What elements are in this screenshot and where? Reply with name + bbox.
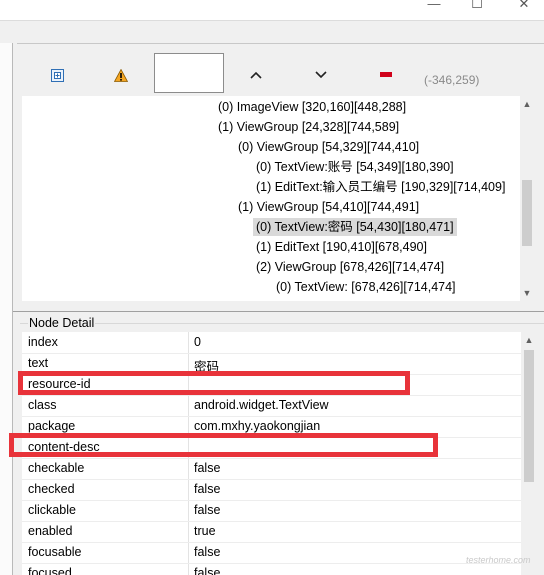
minimize-button[interactable]: — [422,0,446,14]
table-row[interactable]: focused false [22,563,521,575]
property-name: focusable [28,545,82,559]
table-row[interactable]: index 0 [22,332,521,354]
table-row[interactable]: enabled true [22,521,521,543]
highlight-box-content-desc [9,433,438,457]
property-name: checked [28,482,75,496]
tree-bottom-edge [22,301,534,309]
detail-scroll-thumb[interactable] [524,350,534,482]
tree-scroll-thumb[interactable] [522,180,532,246]
hierarchy-tree[interactable]: (0) ImageView [320,160][448,288] (1) Vie… [22,96,520,301]
toolbar: (-346,259) [18,44,544,96]
tree-node-selected[interactable]: (0) TextView:密码 [54,430][180,471] [253,218,457,236]
property-name: class [28,398,57,412]
property-name: index [28,335,58,349]
close-button[interactable]: ✕ [512,0,536,14]
table-row[interactable]: class android.widget.TextView [22,395,521,417]
panel-splitter[interactable] [13,311,544,312]
expand-all-button[interactable] [49,67,65,83]
tree-node[interactable]: (1) ViewGroup [54,410][744,491] [238,198,419,216]
chevron-down-icon [315,71,327,79]
table-row[interactable]: clickable false [22,500,521,522]
table-row[interactable]: checked false [22,479,521,501]
tree-node[interactable]: (0) ImageView [320,160][448,288] [218,98,406,116]
warning-icon [114,68,128,82]
property-value: false [194,461,221,475]
group-border [20,323,544,324]
scroll-up-icon[interactable]: ▲ [520,96,534,112]
property-value: false [194,503,221,517]
remove-node-button[interactable] [378,67,394,83]
chevron-up-icon [250,71,262,79]
property-value: true [194,524,216,538]
scroll-up-icon[interactable]: ▲ [521,332,537,348]
expand-all-icon [50,68,64,82]
tree-node[interactable]: (0) TextView:账号 [54,349][180,390] [256,158,454,176]
screenshot-thumbnail[interactable] [154,53,224,93]
cursor-coordinates: (-346,259) [424,73,480,87]
property-value: false [194,566,221,575]
property-name: focused [28,566,72,575]
property-value: com.mxhy.yaokongjian [194,419,321,433]
watermark: testerhome.com [466,555,531,565]
tree-node[interactable]: (1) EditText [190,410][678,490] [256,238,427,256]
property-name: clickable [28,503,76,517]
window-titlebar: — ☐ ✕ [0,0,544,20]
table-row[interactable]: checkable false [22,458,521,480]
property-value: 0 [194,335,201,349]
titlebar-divider [0,20,544,21]
tree-node[interactable]: (1) ViewGroup [24,328][744,589] [218,118,399,136]
toggle-naf-button[interactable] [113,67,129,83]
property-value: false [194,545,221,559]
left-panel [0,43,13,575]
next-node-button[interactable] [313,67,329,83]
tree-scrollbar[interactable]: ▲ ▼ [520,96,534,301]
highlight-box-resource-id [18,371,410,395]
detail-scrollbar[interactable]: ▲ [521,332,537,575]
scroll-down-icon[interactable]: ▼ [520,285,534,301]
tree-node[interactable]: (0) ViewGroup [54,329][744,410] [238,138,419,156]
node-detail-title: Node Detail [28,316,96,330]
property-value: android.widget.TextView [194,398,329,412]
property-name: enabled [28,524,73,538]
table-row[interactable]: focusable false [22,542,521,564]
maximize-button[interactable]: ☐ [465,0,489,14]
property-value: false [194,482,221,496]
tree-node[interactable]: (0) TextView: [678,426][714,474] [276,278,456,296]
property-name: package [28,419,76,433]
property-name: text [28,356,49,370]
tree-node[interactable]: (2) ViewGroup [678,426][714,474] [256,258,444,276]
previous-node-button[interactable] [248,67,264,83]
tree-node[interactable]: (1) EditText:输入员工编号 [190,329][714,409] [256,178,505,196]
property-name: checkable [28,461,85,475]
remove-icon [380,72,392,77]
